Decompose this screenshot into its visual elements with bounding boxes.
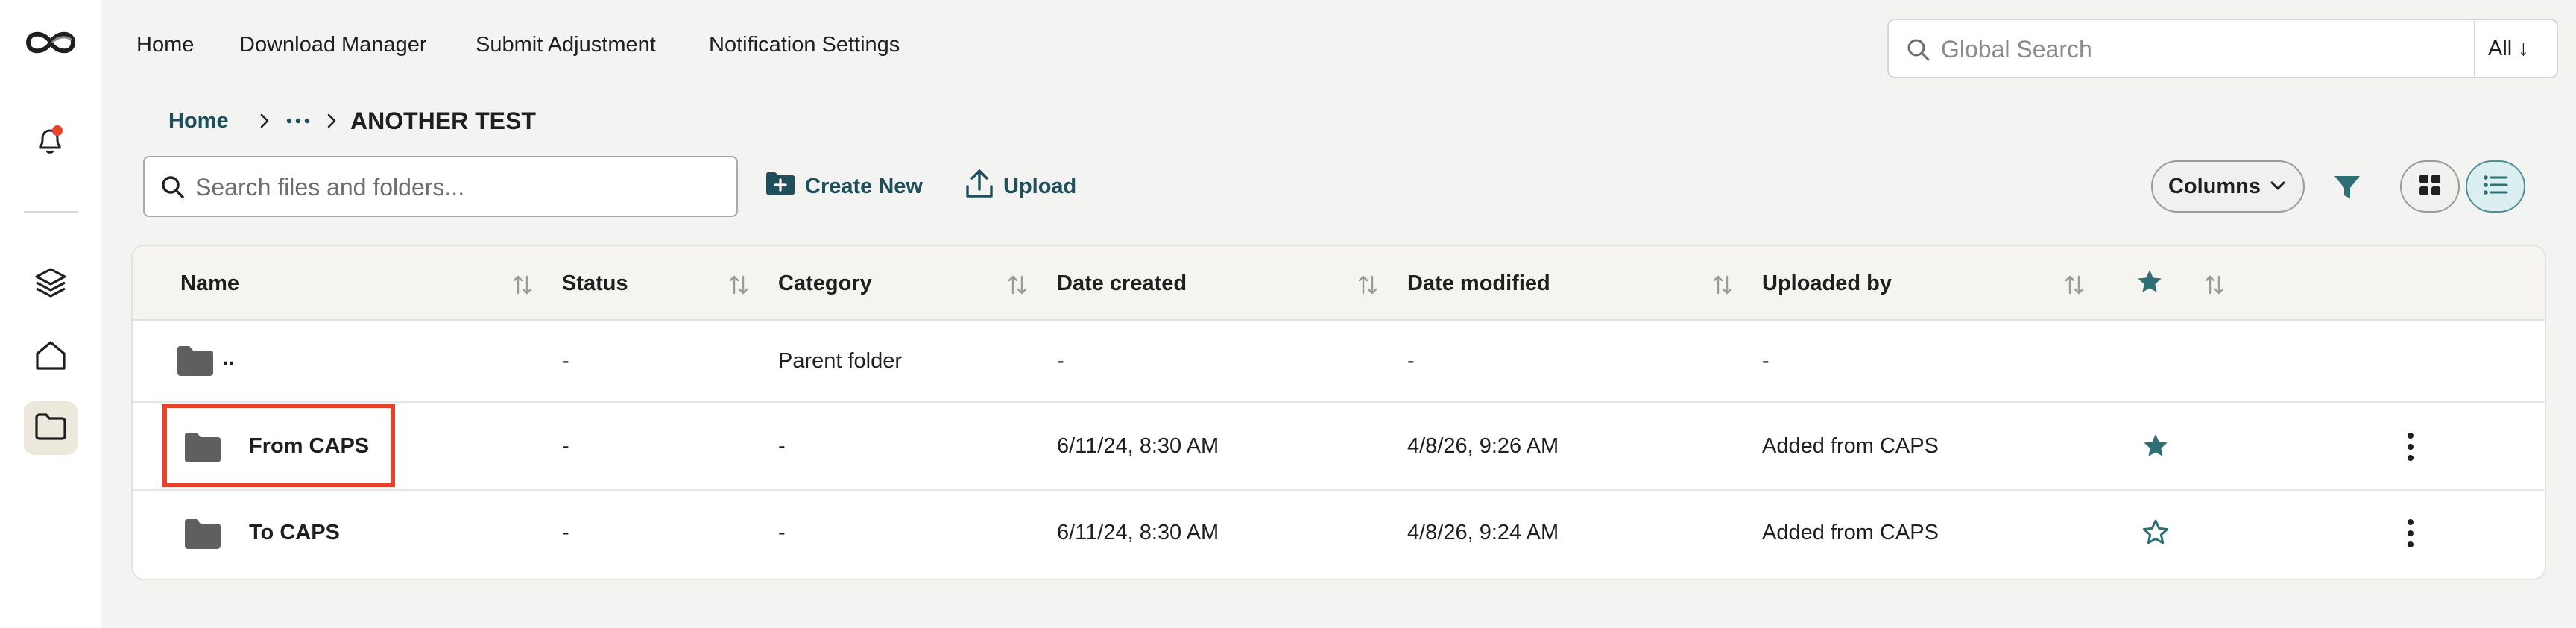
row-date-created: - xyxy=(1057,349,1064,373)
kebab-icon[interactable] xyxy=(2403,516,2418,550)
row-name[interactable]: From CAPS xyxy=(249,434,369,459)
row-status: - xyxy=(562,349,569,373)
chevron-down-icon xyxy=(2268,175,2288,199)
nav-download-manager[interactable]: Download Manager xyxy=(239,33,426,57)
header-name[interactable]: Name xyxy=(180,271,239,296)
global-search-divider xyxy=(2474,20,2475,77)
star-outline-icon[interactable] xyxy=(2141,518,2171,547)
table-header: Name Status Category Date created Date m… xyxy=(133,246,2545,321)
rail-layers-button[interactable] xyxy=(24,257,78,311)
app-root: Home Download Manager Submit Adjustment … xyxy=(0,0,2576,628)
row-uploaded-by: - xyxy=(1762,349,1770,373)
global-search-scope-dropdown[interactable]: All ↓ xyxy=(2488,37,2529,61)
rail-files-button[interactable] xyxy=(24,401,78,455)
file-search-input[interactable] xyxy=(195,171,717,204)
breadcrumb-home[interactable]: Home xyxy=(168,109,229,134)
rail-divider xyxy=(24,211,78,213)
home-icon xyxy=(33,337,69,377)
create-new-button[interactable]: Create New xyxy=(765,166,923,207)
sort-icon[interactable] xyxy=(1357,273,1379,297)
logo-icon[interactable] xyxy=(22,25,79,60)
kebab-icon[interactable] xyxy=(2403,430,2418,464)
row-name[interactable]: .. xyxy=(222,346,234,371)
sort-icon[interactable] xyxy=(1711,273,1734,297)
list-view-icon xyxy=(2482,173,2509,201)
nav-notification-settings[interactable]: Notification Settings xyxy=(709,33,900,57)
columns-button[interactable]: Columns xyxy=(2151,160,2305,213)
chevron-right-icon xyxy=(255,110,274,131)
row-date-modified: 4/8/26, 9:26 AM xyxy=(1407,434,1559,458)
table-row-parent[interactable]: .. - Parent folder - - - xyxy=(133,321,2545,403)
upload-icon xyxy=(965,167,994,206)
header-date-created[interactable]: Date created xyxy=(1057,271,1187,296)
sort-icon[interactable] xyxy=(727,273,750,297)
grid-view-icon xyxy=(2417,172,2443,201)
row-category: - xyxy=(778,434,786,458)
sort-icon[interactable] xyxy=(2203,273,2226,297)
plus-folder-icon xyxy=(765,170,796,203)
folder-icon xyxy=(183,518,222,550)
folder-icon xyxy=(183,431,222,464)
star-icon[interactable] xyxy=(2141,431,2171,461)
columns-label: Columns xyxy=(2168,174,2261,198)
breadcrumb-current: ANOTHER TEST xyxy=(350,107,536,134)
header-category[interactable]: Category xyxy=(778,271,872,296)
filter-icon[interactable] xyxy=(2332,172,2363,203)
row-date-created: 6/11/24, 8:30 AM xyxy=(1057,521,1219,544)
notification-dot xyxy=(52,125,63,136)
chevron-right-icon xyxy=(322,110,341,131)
header-uploaded-by[interactable]: Uploaded by xyxy=(1762,271,1892,296)
sort-icon[interactable] xyxy=(2063,273,2086,297)
nav-submit-adjustment[interactable]: Submit Adjustment xyxy=(476,33,656,57)
files-table: Name Status Category Date created Date m… xyxy=(131,245,2546,580)
create-new-label: Create New xyxy=(805,174,923,198)
row-uploaded-by: Added from CAPS xyxy=(1762,434,1939,458)
list-view-button[interactable] xyxy=(2466,160,2525,213)
row-uploaded-by: Added from CAPS xyxy=(1762,521,1939,544)
notifications-bell-icon[interactable] xyxy=(33,124,67,158)
breadcrumb-more-icon[interactable] xyxy=(283,110,313,131)
sort-icon[interactable] xyxy=(1006,273,1029,297)
row-status: - xyxy=(562,434,569,458)
layers-icon xyxy=(33,265,69,304)
row-category: Parent folder xyxy=(778,349,903,373)
left-rail xyxy=(0,0,101,628)
row-name[interactable]: To CAPS xyxy=(249,521,340,545)
search-icon xyxy=(160,174,186,201)
global-search: All ↓ xyxy=(1887,19,2558,78)
upload-label: Upload xyxy=(1003,174,1077,198)
nav-home[interactable]: Home xyxy=(136,33,194,57)
table-row[interactable]: From CAPS - - 6/11/24, 8:30 AM 4/8/26, 9… xyxy=(133,403,2545,491)
row-date-modified: 4/8/26, 9:24 AM xyxy=(1407,521,1559,544)
folder-icon xyxy=(176,345,215,377)
table-row[interactable]: To CAPS - - 6/11/24, 8:30 AM 4/8/26, 9:2… xyxy=(133,491,2545,579)
search-icon xyxy=(1905,37,1932,63)
row-date-created: 6/11/24, 8:30 AM xyxy=(1057,434,1219,458)
rail-home-button[interactable] xyxy=(24,330,78,383)
global-search-input[interactable] xyxy=(1941,33,2433,66)
row-date-modified: - xyxy=(1407,349,1415,373)
upload-button[interactable]: Upload xyxy=(965,166,1076,207)
row-status: - xyxy=(562,521,569,544)
header-date-modified[interactable]: Date modified xyxy=(1407,271,1550,296)
file-search xyxy=(143,156,738,217)
sort-icon[interactable] xyxy=(511,273,534,297)
header-star-icon[interactable] xyxy=(2135,267,2165,297)
row-category: - xyxy=(778,521,786,544)
header-status[interactable]: Status xyxy=(562,271,628,296)
grid-view-button[interactable] xyxy=(2400,160,2460,213)
folder-icon xyxy=(34,412,67,445)
